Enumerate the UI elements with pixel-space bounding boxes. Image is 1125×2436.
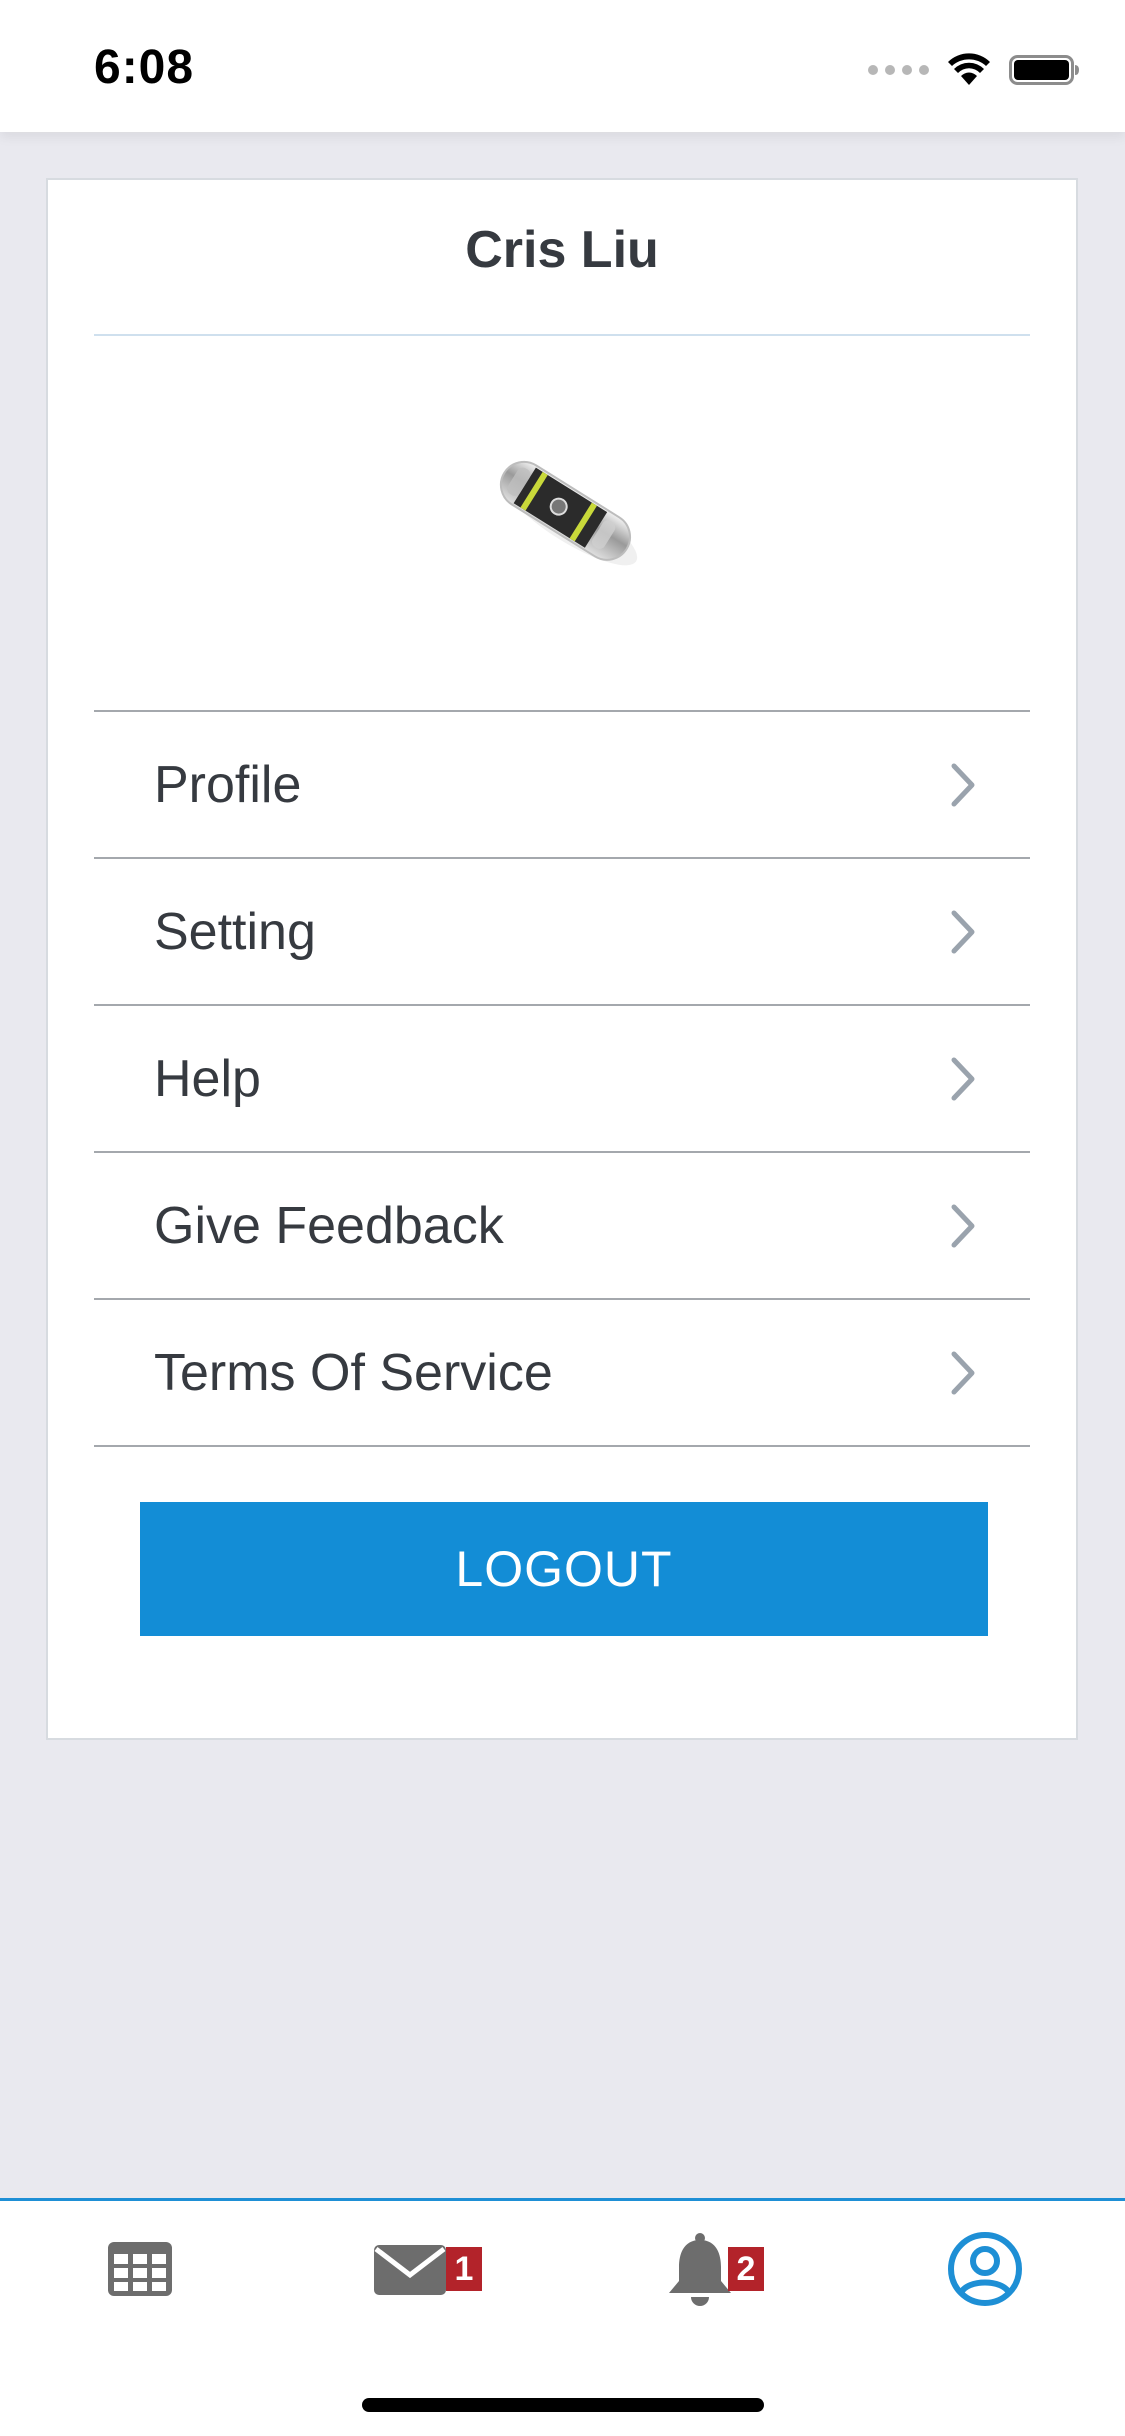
grid-icon xyxy=(108,2242,172,2296)
device-capsule-image xyxy=(499,460,638,566)
tab-bar: 1 2 xyxy=(0,2198,1125,2337)
settings-menu: Profile Setting Help Give Feedback Terms… xyxy=(94,710,1030,1447)
chevron-right-icon xyxy=(951,1351,975,1394)
chevron-right-icon xyxy=(951,910,975,953)
home-indicator-area xyxy=(0,2334,1125,2436)
home-indicator[interactable] xyxy=(362,2398,764,2412)
user-circle-icon xyxy=(948,2232,1022,2306)
logout-button[interactable]: LOGOUT xyxy=(140,1502,988,1636)
tab-notifications[interactable]: 2 xyxy=(640,2201,790,2337)
chevron-right-icon xyxy=(951,1204,975,1247)
menu-item-label: Setting xyxy=(154,902,316,961)
menu-item-setting[interactable]: Setting xyxy=(94,859,1030,1006)
chevron-right-icon xyxy=(951,763,975,806)
messages-badge: 1 xyxy=(446,2247,482,2291)
wifi-icon xyxy=(948,53,990,85)
status-icons xyxy=(868,50,1081,90)
chevron-right-icon xyxy=(951,1057,975,1100)
menu-item-label: Give Feedback xyxy=(154,1196,504,1255)
menu-item-label: Help xyxy=(154,1049,261,1108)
account-card: Cris Liu Profile Setting Help Give Feedb… xyxy=(46,178,1078,1740)
tab-account[interactable] xyxy=(930,2201,1040,2337)
battery-icon xyxy=(1009,55,1079,85)
menu-item-profile[interactable]: Profile xyxy=(94,712,1030,859)
menu-item-label: Profile xyxy=(154,755,302,814)
status-bar: 6:08 xyxy=(0,0,1125,132)
tab-messages[interactable]: 1 xyxy=(350,2201,500,2337)
menu-item-label: Terms Of Service xyxy=(154,1343,553,1402)
bell-icon xyxy=(669,2233,731,2306)
notifications-badge: 2 xyxy=(728,2247,764,2291)
status-time: 6:08 xyxy=(94,41,195,94)
mail-icon xyxy=(374,2245,446,2295)
user-name: Cris Liu xyxy=(465,221,659,279)
menu-item-give-feedback[interactable]: Give Feedback xyxy=(94,1153,1030,1300)
menu-item-terms-of-service[interactable]: Terms Of Service xyxy=(94,1300,1030,1447)
menu-item-help[interactable]: Help xyxy=(94,1006,1030,1153)
tab-dashboard[interactable] xyxy=(80,2201,200,2337)
cellular-signal-icon xyxy=(868,65,929,75)
divider xyxy=(94,334,1030,336)
